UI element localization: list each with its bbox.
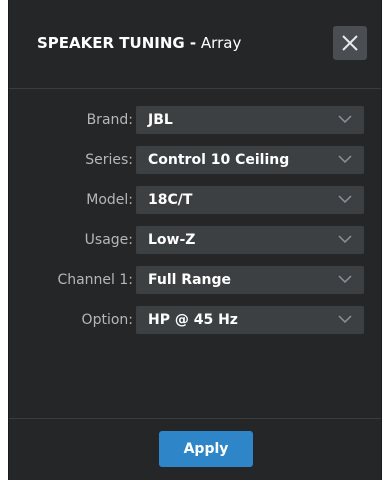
model-value: 18C/T (148, 192, 193, 208)
dialog-header: SPEAKER TUNING - Array (9, 0, 381, 89)
brand-value: JBL (148, 112, 173, 128)
series-value: Control 10 Ceiling (148, 152, 290, 168)
model-row: Model: 18C/T (9, 186, 381, 214)
dialog-footer: Apply (9, 418, 381, 481)
chevron-down-icon (338, 315, 352, 324)
channel-value: Full Range (148, 272, 232, 288)
option-select[interactable]: HP @ 45 Hz (136, 306, 364, 334)
series-label: Series: (85, 152, 133, 168)
model-select[interactable]: 18C/T (136, 186, 364, 214)
usage-label: Usage: (84, 232, 133, 248)
chevron-down-icon (338, 115, 352, 124)
usage-row: Usage: Low-Z (9, 226, 381, 254)
apply-button[interactable]: Apply (159, 431, 253, 467)
brand-label: Brand: (86, 112, 133, 128)
brand-select[interactable]: JBL (136, 106, 364, 134)
dialog-title: SPEAKER TUNING - Array (37, 34, 241, 52)
channel-row: Channel 1: Full Range (9, 266, 381, 294)
dialog-title-sub: Array (196, 34, 242, 52)
series-select[interactable]: Control 10 Ceiling (136, 146, 364, 174)
close-icon (342, 35, 358, 51)
usage-select[interactable]: Low-Z (136, 226, 364, 254)
model-label: Model: (86, 192, 133, 208)
chevron-down-icon (338, 235, 352, 244)
chevron-down-icon (338, 275, 352, 284)
speaker-tuning-dialog: SPEAKER TUNING - Array Brand: JBL Series… (8, 0, 382, 480)
dialog-title-main: SPEAKER TUNING - (37, 34, 197, 52)
channel-select[interactable]: Full Range (136, 266, 364, 294)
series-row: Series: Control 10 Ceiling (9, 146, 381, 174)
usage-value: Low-Z (148, 232, 196, 248)
option-label: Option: (81, 312, 133, 328)
chevron-down-icon (338, 155, 352, 164)
channel-label: Channel 1: (57, 272, 133, 288)
option-value: HP @ 45 Hz (148, 312, 238, 328)
option-row: Option: HP @ 45 Hz (9, 306, 381, 334)
close-button[interactable] (333, 26, 367, 60)
brand-row: Brand: JBL (9, 106, 381, 134)
chevron-down-icon (338, 195, 352, 204)
